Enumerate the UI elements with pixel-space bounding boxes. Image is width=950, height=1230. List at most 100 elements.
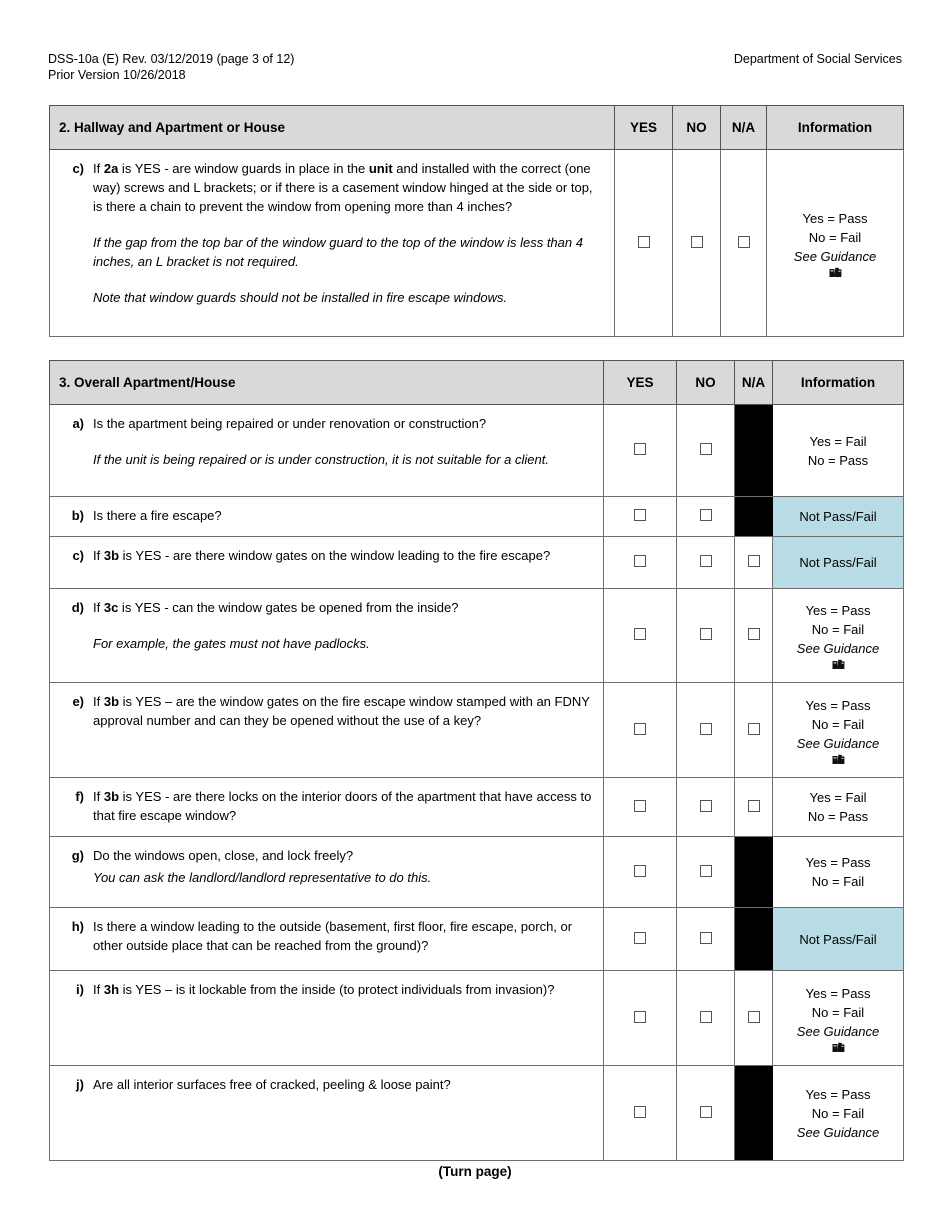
turn-page-note: (Turn page) [438,1164,512,1179]
status-badge: Not Pass/Fail [772,496,904,537]
yes-checkbox-cell [603,777,677,837]
na-checkbox-cell [734,970,773,1066]
information-cell: Yes = Pass No = Fail See Guidance [772,1065,904,1161]
no-checkbox[interactable] [699,722,712,735]
section-3-table: 3. Overall Apartment/House YES NO N/A In… [49,360,904,1161]
guidance-books-icon [777,659,899,670]
no-checkbox-cell [676,588,735,683]
no-checkbox[interactable] [699,1105,712,1118]
information-line: No = Fail [811,874,865,889]
information-line: Yes = Pass [805,697,871,713]
yes-checkbox[interactable] [634,443,646,455]
question-text: Are all interior surfaces free of cracke… [93,1077,451,1092]
yes-checkbox-cell [603,836,677,908]
column-header-na: N/A [734,360,773,405]
information-line: No = Fail [811,1105,865,1121]
question-note: For example, the gates must not have pad… [93,636,370,651]
guidance-books-icon [777,754,899,765]
no-checkbox[interactable] [699,555,712,567]
question-letter: c) [72,548,84,563]
information-line: See Guidance [793,248,877,264]
na-checkbox[interactable] [747,555,760,567]
no-checkbox-cell [676,682,735,778]
question-letter: c) [72,161,84,176]
na-checkbox[interactable] [747,799,760,812]
na-blocked-cell [734,836,773,908]
yes-checkbox[interactable] [634,628,646,640]
question-text: If 3b is YES - are there locks on the in… [93,789,592,823]
yes-checkbox[interactable] [634,555,646,567]
yes-checkbox-cell [603,682,677,778]
question-cell: f) If 3b is YES - are there locks on the … [49,777,604,837]
information-line: Yes = Fail [809,433,867,449]
yes-checkbox-cell [603,1065,677,1161]
information-cell: Yes = Pass No = Fail See Guidance [772,682,904,778]
no-checkbox[interactable] [699,931,712,944]
na-checkbox[interactable] [747,1010,760,1023]
question-note: Note that window guards should not be in… [93,290,508,305]
information-line: Yes = Pass [805,985,871,1001]
yes-checkbox[interactable] [634,1105,646,1118]
question-text: If 3b is YES - are there window gates on… [93,548,551,563]
na-checkbox[interactable] [747,722,760,735]
yes-checkbox[interactable] [634,799,646,812]
question-letter: f) [75,789,84,804]
information-line: Yes = Fail [809,790,867,805]
yes-checkbox[interactable] [634,1010,646,1023]
information-line: See Guidance [796,1023,880,1039]
yes-checkbox[interactable] [634,722,646,735]
information-cell: Yes = Fail No = Pass [772,404,904,497]
na-blocked-cell [734,907,773,971]
status-badge: Not Pass/Fail [772,536,904,589]
na-blocked-cell [734,1065,773,1161]
information-line: No = Fail [811,1004,865,1020]
no-checkbox[interactable] [699,1010,712,1023]
yes-checkbox[interactable] [634,931,646,944]
no-checkbox[interactable] [699,509,712,521]
question-cell: h) Is there a window leading to the outsi… [49,907,604,971]
column-header-yes: YES [603,360,677,405]
information-line: No = Pass [807,452,869,468]
section-3-body: a) Is the apartment being repaired or und… [49,404,904,1161]
table-row: e) If 3b is YES – are the window gates on… [49,682,904,778]
question-cell: b) Is there a fire escape? [49,496,604,537]
yes-checkbox-cell [603,404,677,497]
yes-checkbox-cell [603,536,677,589]
column-header-no: NO [676,360,735,405]
information-line: See Guidance [796,641,880,656]
information-line: Yes = Pass [805,855,871,870]
section-3-header-row: 3. Overall Apartment/House YES NO N/A In… [49,360,904,405]
information-line: See Guidance [796,735,880,751]
na-blocked-cell [734,496,773,537]
na-checkbox-cell [734,536,773,589]
question-note: If the gap from the top bar of the windo… [93,235,583,269]
no-checkbox[interactable] [699,628,712,640]
na-checkbox[interactable] [747,628,760,640]
yes-checkbox[interactable] [637,235,650,248]
no-checkbox[interactable] [699,864,712,877]
table-row: j) Are all interior surfaces free of crac… [49,1065,904,1161]
information-cell: Yes = Pass No = Fail [772,836,904,908]
no-checkbox[interactable] [690,235,703,248]
yes-checkbox[interactable] [634,864,646,877]
form-identifier-line1: DSS-10a (E) Rev. 03/12/2019 (page 3 of 1… [48,52,295,66]
section-2-title: 2. Hallway and Apartment or House [49,105,615,150]
table-row: d) If 3c is YES - can the window gates be… [49,588,904,683]
guidance-books-icon [771,267,899,278]
yes-checkbox-cell [614,149,673,337]
no-checkbox-cell [672,149,721,337]
na-checkbox[interactable] [737,235,750,248]
no-checkbox[interactable] [699,799,712,812]
column-header-yes: YES [614,105,673,150]
column-header-information: Information [772,360,904,405]
information-line: Yes = Pass [805,1086,871,1102]
question-letter: e) [72,694,84,709]
question-letter: j) [76,1077,84,1092]
form-identifier: DSS-10a (E) Rev. 03/12/2019 (page 3 of 1… [48,52,294,83]
information-line: Yes = Pass [802,210,868,226]
question-text: If 3b is YES – are the window gates on t… [93,694,590,728]
no-checkbox[interactable] [699,443,712,455]
information-line: Not Pass/Fail [799,509,877,524]
yes-checkbox[interactable] [634,509,646,521]
question-letter: d) [71,600,84,615]
